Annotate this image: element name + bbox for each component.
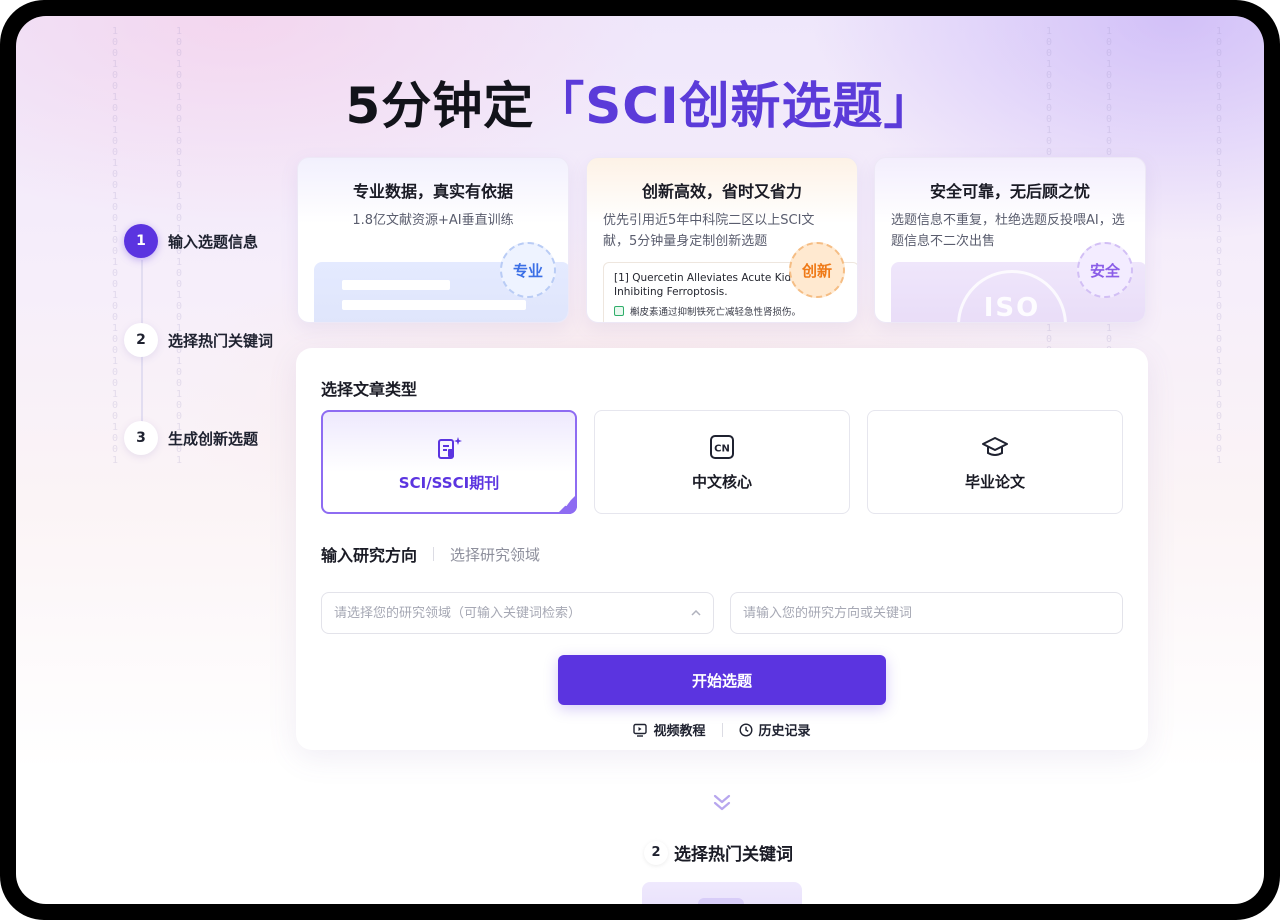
research-field-input[interactable] — [334, 605, 685, 621]
direction-title: 输入研究方向 — [321, 546, 418, 565]
hero-title-accent: 「SCI创新选题」 — [534, 77, 935, 135]
feature-title: 专业数据，真实有依据 — [352, 182, 513, 201]
cn-icon: CN — [708, 433, 736, 461]
step-label: 输入选题信息 — [168, 232, 259, 251]
chevron-down-icon — [710, 792, 734, 818]
step-label: 生成创新选题 — [168, 429, 259, 448]
type-label: SCI/SSCI期刊 — [398, 474, 500, 492]
feature-desc: 1.8亿文献资源+AI垂直训练 — [352, 213, 514, 228]
feature-title: 创新高效，省时又省力 — [641, 182, 802, 201]
direction-header: 输入研究方向 选择研究领域 — [321, 542, 540, 566]
type-label: 毕业论文 — [964, 473, 1025, 491]
next-section-preview — [642, 882, 802, 904]
keyword-input[interactable] — [743, 605, 1110, 621]
type-option-thesis[interactable]: 毕业论文 — [867, 410, 1123, 514]
step-1[interactable]: 1 输入选题信息 — [124, 224, 258, 258]
hero-title: 5分钟定「SCI创新选题」 — [16, 66, 1264, 138]
iso-seal-icon: ISO — [957, 270, 1067, 322]
hero-title-plain: 5分钟定 — [345, 77, 535, 135]
translate-icon — [614, 306, 624, 316]
footer-links: 视频教程 历史记录 — [296, 720, 1148, 739]
research-field-select[interactable] — [321, 592, 714, 634]
topic-form-card: 选择文章类型 SCI/SSCI期刊 ✓ CN 中文核心 毕业论文 输入研究方向 … — [296, 348, 1148, 750]
divider — [433, 547, 435, 561]
device-frame: 1001001001001001001001001001001001001001… — [0, 0, 1280, 920]
clock-icon — [738, 722, 753, 737]
article-type-title: 选择文章类型 — [321, 380, 418, 399]
badge-innovation: 创新 — [789, 242, 845, 298]
history-link[interactable]: 历史记录 — [738, 720, 811, 739]
check-icon: ✓ — [563, 499, 572, 510]
page-canvas: 1001001001001001001001001001001001001001… — [16, 16, 1264, 904]
badge-professional: 专业 — [500, 242, 556, 298]
step-number: 2 — [124, 323, 158, 357]
svg-text:CN: CN — [714, 444, 730, 455]
divider — [721, 722, 723, 737]
reference-translation-text: 槲皮素通过抑制铁死亡减轻急性肾损伤。 — [630, 307, 802, 318]
feature-title: 安全可靠，无后顾之忧 — [929, 182, 1090, 201]
step-number: 1 — [124, 224, 158, 258]
step-label: 选择热门关键词 — [168, 331, 274, 350]
keyword-field[interactable] — [730, 592, 1123, 634]
start-topic-button[interactable]: 开始选题 — [558, 655, 886, 705]
video-tutorial-link[interactable]: 视频教程 — [633, 720, 706, 739]
feature-card-professional: 专业数据，真实有依据 1.8亿文献资源+AI垂直训练 专业 — [297, 157, 569, 323]
step-3[interactable]: 3 生成创新选题 — [124, 421, 258, 455]
history-label: 历史记录 — [758, 724, 811, 739]
next-section-heading: 2 选择热门关键词 — [644, 840, 793, 865]
chevron-up-icon[interactable] — [691, 608, 701, 619]
type-option-sci[interactable]: SCI/SSCI期刊 ✓ — [321, 410, 577, 514]
video-tutorial-label: 视频教程 — [653, 724, 706, 739]
next-section-label: 选择热门关键词 — [674, 845, 793, 865]
reference-translation: 槲皮素通过抑制铁死亡减轻急性肾损伤。 — [614, 304, 848, 318]
step-number: 3 — [124, 421, 158, 455]
feature-card-security: 安全可靠，无后顾之忧 选题信息不重复，杜绝选题反投喂AI，选题信息不二次出售 I… — [874, 157, 1146, 323]
type-label: 中文核心 — [691, 473, 752, 491]
direction-subtitle: 选择研究领域 — [450, 545, 541, 564]
step-number: 2 — [644, 840, 668, 865]
video-icon — [633, 723, 648, 737]
step-2[interactable]: 2 选择热门关键词 — [124, 323, 273, 357]
step-indicator: 1 输入选题信息 2 选择热门关键词 3 生成创新选题 — [124, 224, 294, 464]
journal-sparkle-icon — [435, 434, 463, 462]
type-option-cn-core[interactable]: CN 中文核心 — [594, 410, 850, 514]
badge-security: 安全 — [1077, 242, 1133, 298]
feature-card-innovation: 创新高效，省时又省力 优先引用近5年中科院二区以上SCI文献，5分钟量身定制创新… — [586, 157, 858, 323]
graduation-cap-icon — [981, 433, 1009, 461]
